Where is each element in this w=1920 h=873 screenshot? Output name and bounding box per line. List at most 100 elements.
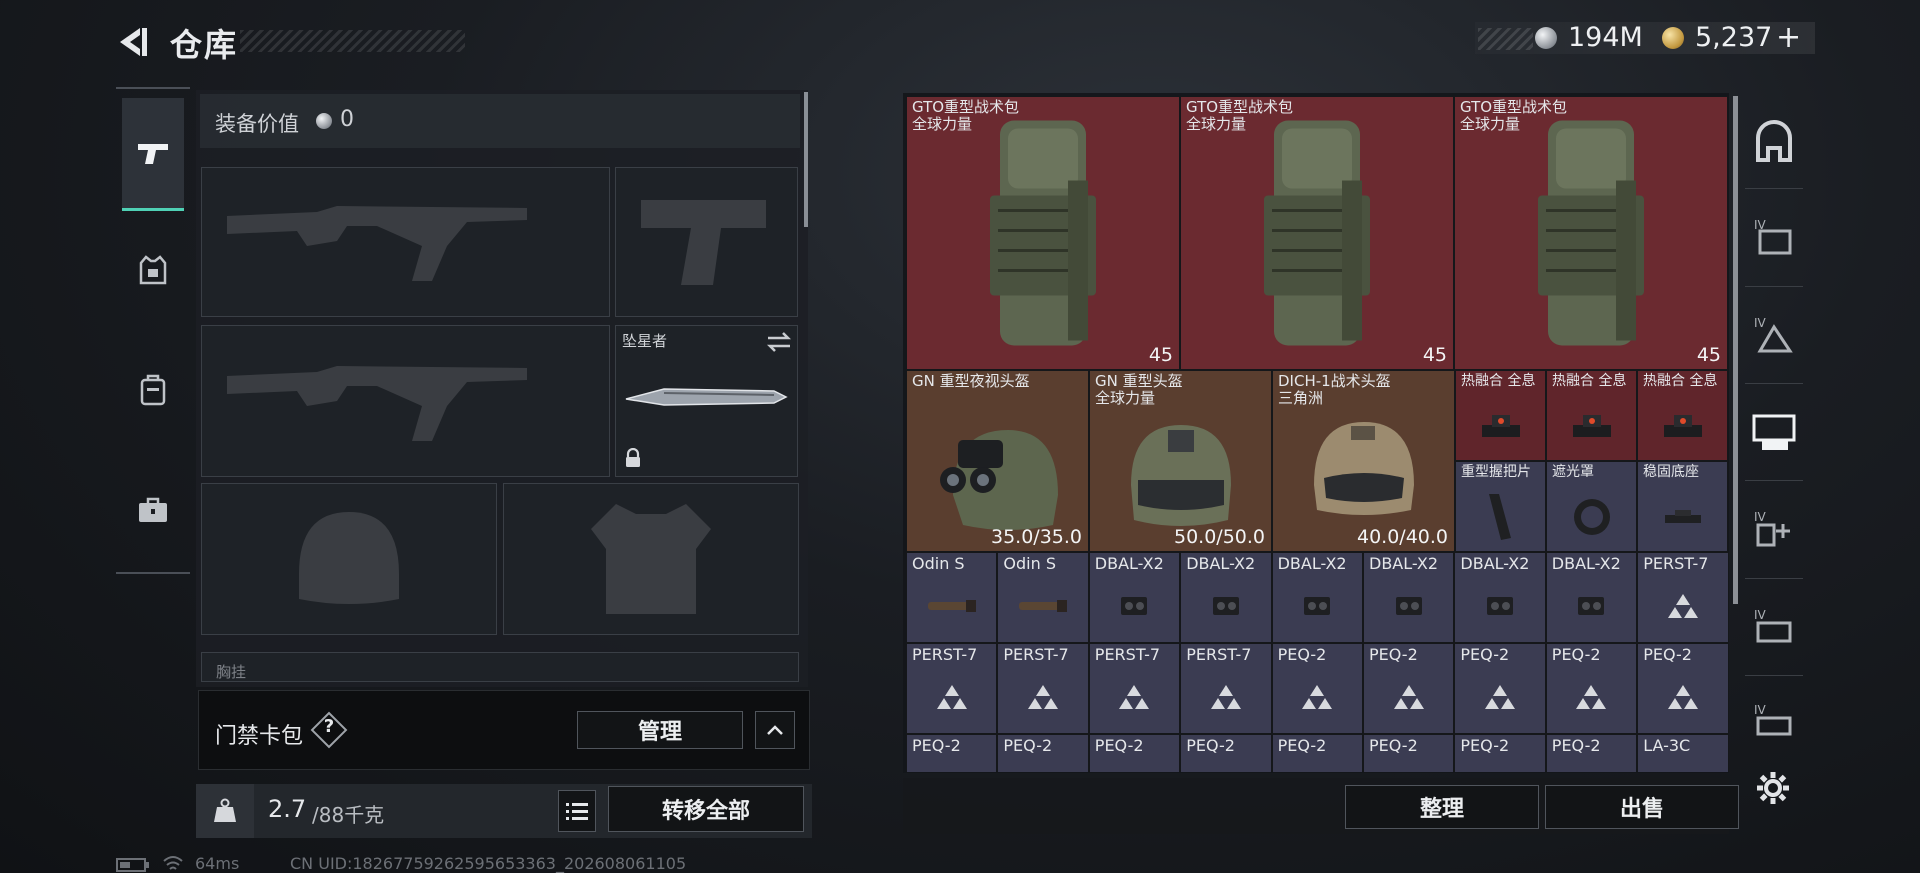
item-name: PEQ-2	[1643, 645, 1692, 664]
storage-tab-iv-2-icon[interactable]: IV	[1752, 313, 1796, 357]
weight-max: /88千克	[312, 803, 385, 827]
item-attachment[interactable]: PEQ-2	[1088, 734, 1181, 772]
gear-icon[interactable]	[1755, 770, 1791, 806]
item-attachment[interactable]: PERST-7	[1088, 643, 1181, 734]
item-name: PEQ-2	[1277, 645, 1327, 664]
item-attachment[interactable]: PEQ-2	[1363, 734, 1455, 772]
storage-tab-active-icon[interactable]	[1752, 410, 1796, 454]
flashlight-icon	[1019, 600, 1068, 613]
item-grip[interactable]: 重型握把片	[1455, 461, 1546, 552]
item-name: PERST-7	[1643, 554, 1709, 573]
add-currency-button[interactable]: +	[1776, 20, 1801, 55]
item-attachment[interactable]: PERST-7	[906, 643, 998, 734]
item-attachment[interactable]: PERST-7	[1637, 552, 1729, 643]
item-attachment[interactable]: DBAL-X2	[1454, 552, 1546, 643]
mount-icon	[1664, 510, 1701, 524]
grip-icon	[1488, 494, 1511, 541]
rifle-silhouette-icon	[227, 366, 527, 441]
item-name: PEQ-2	[1369, 736, 1418, 755]
item-sight[interactable]: 热融合 全息	[1546, 370, 1637, 461]
item-attachment[interactable]: PEQ-2	[1180, 734, 1272, 772]
item-attachment[interactable]: PEQ-2	[1271, 643, 1363, 734]
laser-module-icon	[1304, 597, 1331, 616]
transfer-all-button[interactable]: 转移全部	[608, 786, 804, 832]
item-attachment[interactable]: PEQ-2	[1454, 734, 1546, 772]
unknown-item-icon	[1667, 685, 1698, 710]
item-attachment[interactable]: PEQ-2	[906, 734, 998, 772]
item-attachment[interactable]: PEQ-2	[1363, 643, 1455, 734]
storage-tab-iv-4-icon[interactable]: IV	[1752, 605, 1796, 649]
item-sight[interactable]: 热融合 全息	[1637, 370, 1728, 461]
back-arrow-icon[interactable]	[112, 22, 152, 62]
item-backpack[interactable]: GTO重型战术包 全球力量 45	[906, 96, 1180, 370]
tab-backpack[interactable]	[122, 335, 184, 445]
rail-divider	[1745, 383, 1803, 384]
storage-tab-iv-3-icon[interactable]: IV	[1752, 507, 1796, 551]
item-attachment[interactable]: DBAL-X2	[1545, 552, 1638, 643]
primary-weapon-slot-2[interactable]	[201, 325, 610, 477]
secondary-weapon-slot[interactable]	[615, 167, 798, 317]
svg-text:IV: IV	[1754, 316, 1767, 330]
tab-case[interactable]	[122, 455, 184, 565]
item-attachment[interactable]: LA-3C	[1637, 734, 1729, 772]
expand-button[interactable]	[755, 711, 795, 749]
item-attachment[interactable]: Odin S	[997, 552, 1089, 643]
storage-tab-iv-5-icon[interactable]: IV	[1752, 700, 1796, 744]
storage-tab-iv-icon[interactable]: IV	[1752, 215, 1796, 259]
item-name: PEQ-2	[1369, 645, 1418, 664]
item-name: PEQ-2	[1003, 736, 1053, 755]
item-attachment[interactable]: PEQ-2	[1637, 643, 1729, 734]
weight-current: 2.7	[268, 795, 307, 823]
item-attachment[interactable]: PERST-7	[997, 643, 1089, 734]
swap-icon[interactable]	[766, 331, 792, 353]
equipment-value: 0	[340, 107, 354, 132]
item-helmet[interactable]: GN 重型头盔 全球力量 50.0/50.0	[1089, 370, 1272, 552]
all-items-icon[interactable]	[1752, 120, 1796, 164]
item-attachment[interactable]: Odin S	[906, 552, 998, 643]
primary-weapon-slot[interactable]	[201, 167, 610, 317]
weight-icon	[214, 798, 236, 822]
item-backpack[interactable]: GTO重型战术包 全球力量 45	[1180, 96, 1454, 370]
rail-top-divider	[116, 87, 190, 89]
item-attachment[interactable]: PEQ-2	[1454, 643, 1546, 734]
item-attachment[interactable]: PEQ-2	[997, 734, 1089, 772]
chest-rig-slot[interactable]: 胸挂	[201, 652, 799, 682]
rifle-silhouette-icon	[227, 206, 527, 281]
item-name: 热融合 全息	[1461, 373, 1536, 389]
backpack-icon	[990, 120, 1096, 346]
item-attachment[interactable]: DBAL-X2	[1180, 552, 1272, 643]
item-attachment[interactable]: PEQ-2	[1545, 643, 1638, 734]
item-name: LA-3C	[1643, 736, 1691, 755]
item-sunshade[interactable]: 遮光罩	[1546, 461, 1637, 552]
sell-button[interactable]: 出售	[1545, 785, 1739, 829]
item-sight[interactable]: 热融合 全息	[1455, 370, 1546, 461]
item-attachment[interactable]: PEQ-2	[1545, 734, 1638, 772]
laser-module-icon	[1578, 597, 1605, 616]
list-view-button[interactable]	[558, 790, 596, 832]
item-helmet[interactable]: DICH-1战术头盔 三角洲 40.0/40.0	[1272, 370, 1455, 552]
item-helmet[interactable]: GN 重型夜视头盔 35.0/35.0	[906, 370, 1089, 552]
equipment-scrollbar[interactable]	[804, 92, 808, 227]
item-name: GN 重型夜视头盔	[912, 372, 1030, 390]
item-attachment[interactable]: DBAL-X2	[1363, 552, 1455, 643]
body-armor-slot[interactable]	[503, 483, 799, 635]
item-backpack[interactable]: GTO重型战术包 全球力量 45	[1454, 96, 1728, 370]
item-attachment[interactable]: PEQ-2	[1271, 734, 1363, 772]
inventory-scrollbar[interactable]	[1733, 96, 1738, 604]
manage-button[interactable]: 管理	[577, 711, 743, 749]
item-name: PEQ-2	[1460, 736, 1510, 755]
item-name: 稳固底座	[1643, 464, 1699, 480]
melee-slot[interactable]: 坠星者	[615, 325, 798, 477]
item-attachment[interactable]: PERST-7	[1180, 643, 1272, 734]
holo-sight-icon	[1572, 415, 1611, 438]
item-name: Odin S	[912, 554, 965, 573]
item-attachment[interactable]: DBAL-X2	[1271, 552, 1363, 643]
item-attachment[interactable]: DBAL-X2	[1088, 552, 1181, 643]
sort-button[interactable]: 整理	[1345, 785, 1539, 829]
help-icon[interactable]: ?	[316, 716, 342, 744]
tab-weapons[interactable]	[122, 98, 184, 211]
item-mount[interactable]: 稳固底座	[1637, 461, 1728, 552]
rail-divider	[1745, 286, 1803, 287]
helmet-slot[interactable]	[201, 483, 497, 635]
tab-armor[interactable]	[122, 215, 184, 325]
